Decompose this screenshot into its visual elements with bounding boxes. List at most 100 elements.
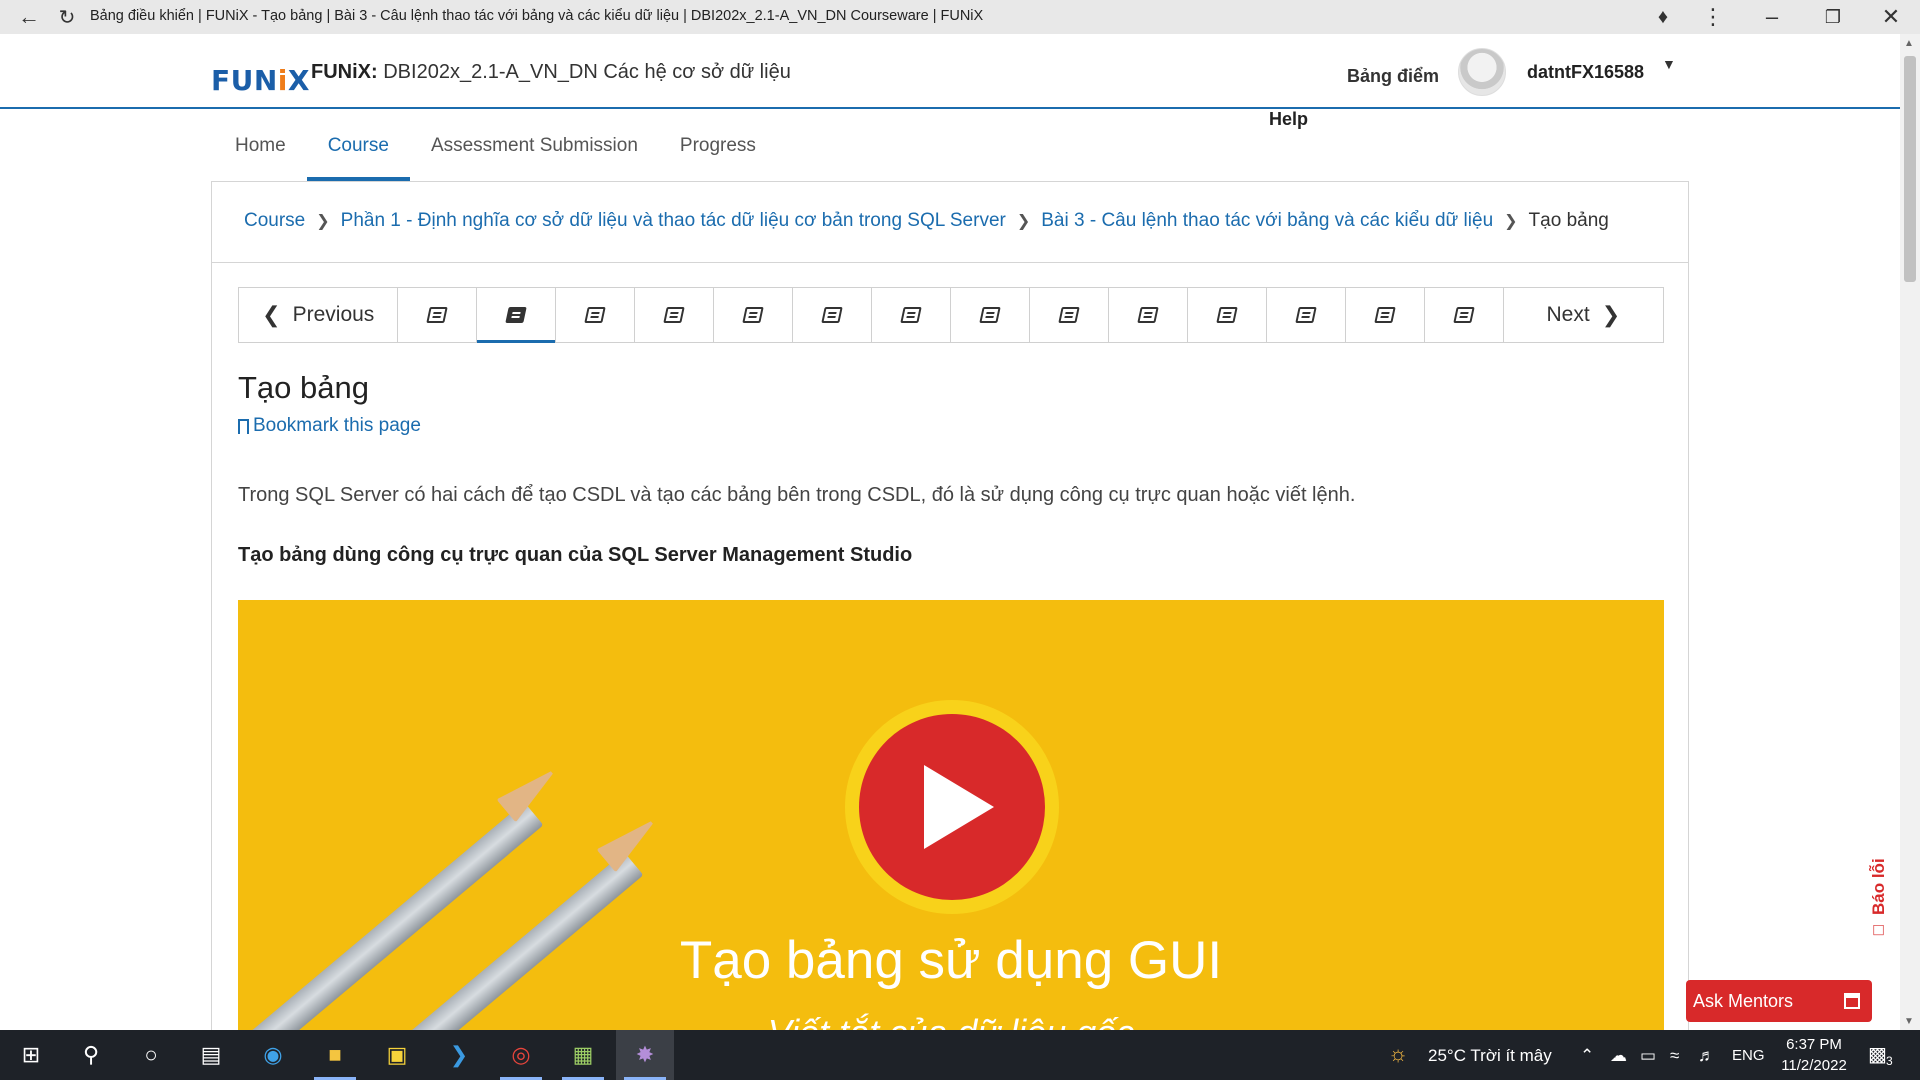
book-icon (505, 307, 528, 323)
wifi-icon[interactable]: ≈ (1670, 1046, 1679, 1066)
sequence-unit-button[interactable] (793, 288, 873, 342)
sequence-unit-button[interactable] (1109, 288, 1188, 342)
sequence-unit-button[interactable] (714, 288, 794, 342)
clock-time: 6:37 PM (1786, 1036, 1842, 1053)
bookmark-label: Bookmark this page (253, 415, 421, 436)
username[interactable]: datntFX16588 (1527, 62, 1644, 83)
sequence-unit-button[interactable] (1030, 288, 1109, 342)
sequence-unit-button[interactable] (951, 288, 1030, 342)
chevron-right-icon: ❯ (1504, 213, 1518, 230)
video-title: Tạo bảng sử dụng GUI (679, 931, 1223, 990)
minimize-icon[interactable]: – (1757, 2, 1787, 32)
book-icon (1295, 307, 1317, 323)
page-title: Tạo bảng (238, 370, 369, 405)
chevron-right-icon: ❯ (316, 213, 330, 230)
sequence-unit-button[interactable] (1346, 288, 1425, 342)
onedrive-cloud-icon[interactable]: ☁ (1610, 1046, 1627, 1066)
sequence-unit-button[interactable] (477, 288, 557, 343)
scroll-down-icon[interactable]: ▼ (1904, 1016, 1914, 1027)
tab-assessment-submission[interactable]: Assessment Submission (410, 122, 659, 181)
sequence-unit-button[interactable] (635, 288, 715, 342)
ask-mentors-label: Ask Mentors (1693, 990, 1794, 1011)
taskbar: ⊞ ⚲ ○ ▤ ◉ ■ ▣ ❯ ◎ ▦ ✸ ☼ 25°C Trời ít mây… (0, 1030, 1920, 1080)
book-icon (821, 307, 843, 323)
edge-browser-icon[interactable]: ◉ (244, 1030, 302, 1080)
chevron-left-icon: ❮ (262, 302, 281, 327)
weather-text[interactable]: 25°C Trời ít mây (1428, 1046, 1552, 1066)
back-arrow-icon[interactable]: ← (14, 2, 44, 32)
scroll-up-icon[interactable]: ▲ (1904, 38, 1914, 49)
play-icon (859, 714, 1045, 900)
book-icon (1216, 307, 1238, 323)
breadcrumb-section[interactable]: Phần 1 - Định nghĩa cơ sở dữ liệu và tha… (341, 210, 1006, 232)
user-menu-caret-icon[interactable]: ▼ (1662, 56, 1676, 72)
vscode-icon[interactable]: ❯ (430, 1030, 488, 1080)
funix-logo[interactable]: FUNiX (211, 64, 310, 97)
breadcrumb-subsection[interactable]: Bài 3 - Câu lệnh thao tác với bảng và cá… (1041, 210, 1493, 232)
close-icon[interactable]: ✕ (1876, 2, 1906, 32)
course-tabs: Home Course Assessment Submission Progre… (214, 122, 777, 182)
windows-start-icon[interactable]: ⊞ (2, 1030, 60, 1080)
sequence-unit-button[interactable] (556, 288, 636, 342)
notification-count: 3 (1886, 1054, 1893, 1068)
reload-icon[interactable]: ↻ (52, 2, 82, 32)
sequence-unit-button[interactable] (1188, 288, 1267, 342)
sequence-unit-button[interactable] (872, 288, 952, 342)
chrome-icon[interactable]: ◎ (492, 1030, 550, 1080)
video-player[interactable]: Tạo bảng sử dụng GUI Viết tắt của dữ liệ… (238, 600, 1664, 1040)
play-button[interactable] (845, 700, 1059, 914)
browser-title-bar: ← ↻ Bảng điều khiển | FUNiX - Tạo bảng |… (0, 0, 1920, 34)
org-name: FUNiX: (311, 61, 378, 83)
breadcrumb: Course ❯ Phần 1 - Định nghĩa cơ sở dữ li… (244, 210, 1609, 232)
sticky-notes-icon[interactable]: ▣ (368, 1030, 426, 1080)
previous-button[interactable]: ❮ Previous (239, 288, 399, 342)
book-icon (1452, 307, 1475, 323)
restore-icon[interactable]: ❐ (1818, 2, 1848, 32)
file-explorer-icon[interactable]: ■ (306, 1030, 364, 1080)
battery-icon[interactable]: ▭ (1640, 1046, 1656, 1066)
search-icon[interactable]: ⚲ (62, 1030, 120, 1080)
language-indicator[interactable]: ENG (1732, 1047, 1765, 1064)
active-app-icon[interactable]: ✸ (616, 1030, 674, 1080)
tab-course[interactable]: Course (306, 122, 410, 181)
help-link[interactable]: Help (1269, 109, 1308, 130)
avatar[interactable] (1458, 48, 1506, 96)
report-error-tab[interactable]: □ Báo lỗi (1864, 840, 1894, 940)
ask-mentors-button[interactable]: Ask Mentors (1686, 980, 1872, 1022)
task-view-icon[interactable]: ▤ (182, 1030, 240, 1080)
book-icon (979, 307, 1001, 323)
scroll-thumb[interactable] (1904, 56, 1916, 282)
breadcrumb-course[interactable]: Course (244, 210, 305, 232)
sequence-unit-button[interactable] (1425, 288, 1504, 342)
weather-icon[interactable]: ☼ (1388, 1041, 1408, 1067)
cortana-icon[interactable]: ○ (122, 1030, 180, 1080)
next-button[interactable]: Next ❯ (1504, 288, 1663, 342)
notification-center-icon[interactable]: ▩ (1868, 1042, 1887, 1067)
book-icon (426, 307, 449, 323)
book-icon (1373, 307, 1396, 323)
previous-label: Previous (292, 303, 375, 326)
book-icon (1137, 307, 1159, 323)
course-title: FUNiX: DBI202x_2.1-A_VN_DN Các hệ cơ sở … (311, 61, 791, 84)
divider (212, 262, 1688, 263)
window-title: Bảng điều khiển | FUNiX - Tạo bảng | Bài… (90, 8, 984, 24)
tray-chevron-up-icon[interactable]: ⌃ (1580, 1046, 1594, 1066)
next-label: Next (1546, 303, 1590, 326)
report-icon: □ (1869, 921, 1888, 940)
book-icon (742, 307, 764, 323)
volume-icon[interactable]: ♬ (1698, 1046, 1715, 1066)
page-scrollbar[interactable]: ▲ ▼ (1900, 34, 1920, 1030)
tab-progress[interactable]: Progress (659, 122, 777, 181)
book-icon (1058, 307, 1080, 323)
section-heading: Tạo bảng dùng công cụ trực quan của SQL … (238, 544, 913, 566)
sequence-unit-button[interactable] (398, 288, 478, 342)
puzzle-icon[interactable]: ♦ (1648, 2, 1678, 32)
minimize-widget-icon[interactable] (1844, 993, 1860, 1009)
grades-link[interactable]: Bảng điểm (1347, 66, 1439, 87)
bookmark-button[interactable]: Bookmark this page (238, 415, 421, 439)
kebab-menu-icon[interactable]: ⋮ (1698, 2, 1728, 32)
clock[interactable]: 6:37 PM 11/2/2022 (1768, 1034, 1860, 1076)
sequence-unit-button[interactable] (1267, 288, 1346, 342)
tab-home[interactable]: Home (214, 122, 307, 181)
app-icon[interactable]: ▦ (554, 1030, 612, 1080)
